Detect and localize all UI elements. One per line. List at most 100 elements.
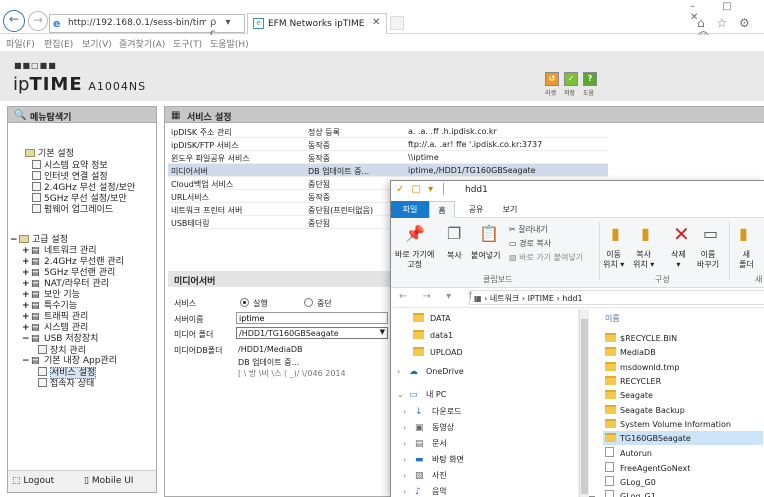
scrollbar-thumb[interactable] xyxy=(581,319,588,494)
chevron-icon[interactable]: › xyxy=(403,439,411,448)
delete-button[interactable]: 삭제 ▾ xyxy=(671,250,686,270)
expand-icon[interactable]: + xyxy=(22,268,31,279)
file-list-item[interactable]: TG160GBSeagate xyxy=(603,431,763,446)
menu-view[interactable]: 보기(V) xyxy=(82,37,112,50)
run-radio[interactable]: 실행 xyxy=(240,298,268,309)
menu-tree-item[interactable]: +▤ 2.4GHz 무선랜 관리 xyxy=(22,257,124,268)
address-bar[interactable]: e http://192.168.0.1/sess-bin/timepro.c … xyxy=(49,14,245,39)
menu-favorites[interactable]: 즐겨찾기(A) xyxy=(119,37,165,50)
chevron-icon[interactable]: › xyxy=(403,471,411,480)
media-folder-select[interactable]: /HDD1/TG160GBSeagate ▼ xyxy=(236,327,388,339)
menu-tree-item[interactable]: 접속자 상태 xyxy=(38,378,94,390)
logout-link[interactable]: ⬚ Logout xyxy=(12,476,54,486)
service-row[interactable]: ipDISK/FTP 서비스 동작중 ftp://.a. .ar! ffe '.ip… xyxy=(168,138,608,151)
file-list-item[interactable]: Seagate Backup xyxy=(605,403,764,417)
menu-tree-item[interactable]: +▤ 시스템 관리 xyxy=(22,323,88,334)
file-list-item[interactable]: $RECYCLE.BIN xyxy=(605,331,764,345)
expand-icon[interactable]: + xyxy=(22,312,31,323)
file-list-item[interactable]: Autorun xyxy=(605,445,764,459)
save-button[interactable]: ✓ xyxy=(564,72,578,86)
expand-icon[interactable]: + xyxy=(22,323,31,334)
copy-button[interactable]: 복사 xyxy=(447,250,462,261)
copy-path-button[interactable]: ▭ 경로 복사 xyxy=(509,238,551,249)
rename-button[interactable]: 이름 바꾸기 xyxy=(697,250,719,270)
pin-button[interactable]: 바로 가기에 고정 xyxy=(395,250,434,270)
expand-icon[interactable]: + xyxy=(22,290,31,301)
tab-file[interactable]: 파일 xyxy=(391,201,429,218)
chevron-icon[interactable]: › xyxy=(403,407,411,416)
menu-help[interactable]: 도움말(H) xyxy=(210,37,249,50)
help-button[interactable]: ? xyxy=(583,72,597,86)
menu-edit[interactable]: 편집(E) xyxy=(44,37,73,50)
chevron-icon[interactable]: › xyxy=(397,367,405,376)
back-button[interactable]: ← xyxy=(3,10,25,32)
expand-icon[interactable]: + xyxy=(22,257,31,268)
file-list-item[interactable]: System Volume Information xyxy=(605,417,764,431)
cut-button[interactable]: ✂ 잘라내기 xyxy=(509,224,548,235)
file-list-item[interactable]: Seagate xyxy=(605,388,764,402)
menu-tools[interactable]: 도구(T) xyxy=(173,37,202,50)
menu-file[interactable]: 파일(F) xyxy=(6,37,35,50)
nav-pane-item[interactable]: › ♪ 음악 xyxy=(403,486,447,497)
new-folder-button[interactable]: 새 폴더 xyxy=(739,250,754,270)
copy-to-button[interactable]: 복사 위치 ▾ xyxy=(633,250,654,270)
move-to-button[interactable]: 이동 위치 ▾ xyxy=(603,250,624,270)
file-list-item[interactable]: FreeAgentGoNext xyxy=(605,460,764,474)
file-list-item[interactable]: GLog_G1 xyxy=(605,488,764,497)
file-list-item[interactable]: MediaDB xyxy=(605,345,764,359)
service-row[interactable]: 미디어서버 DB 업데이트 중... iptime,/HDD1/TG160GBSea… xyxy=(168,164,608,177)
menu-tree-item[interactable]: +▤ 보안 기능 xyxy=(22,290,80,301)
service-row[interactable]: ipDISK 주소 관리 정상 등록 a. .a. .ff .h.ipdisk.co… xyxy=(168,125,608,138)
expand-icon[interactable]: + xyxy=(22,279,31,290)
chevron-icon[interactable]: › xyxy=(403,455,411,464)
file-list-item[interactable]: GLog_G0 xyxy=(605,474,764,488)
file-list-item[interactable]: msdownld.tmp xyxy=(605,360,764,374)
menu-tree-item[interactable]: −▤ 기본 내장 App관리 xyxy=(22,356,117,367)
column-header-name[interactable]: 이름 xyxy=(605,313,620,324)
expand-icon[interactable]: − xyxy=(22,356,31,367)
new-tab-button[interactable] xyxy=(390,16,404,30)
chevron-icon[interactable]: › xyxy=(403,487,411,496)
quick-access-toolbar[interactable]: ✓ ▢ ▾ │ xyxy=(396,184,448,195)
forward-button[interactable]: → xyxy=(28,11,48,31)
nav-pane-item[interactable]: ⌄ ▭ 내 PC xyxy=(397,389,446,400)
server-name-input[interactable] xyxy=(236,312,388,324)
nav-pane-item[interactable]: › ▧ 사진 xyxy=(403,470,447,481)
nav-pane-item[interactable]: › ▤ 문서 xyxy=(403,438,447,449)
explorer-path-bar[interactable]: ▦ › 네트워크 › IPTIME › hdd1 xyxy=(469,290,764,305)
tab-share[interactable]: 공유 xyxy=(461,201,491,218)
tab-home[interactable]: 홈 xyxy=(429,201,455,218)
tab-close-icon[interactable]: ✕ xyxy=(372,17,380,28)
menu-tree-item[interactable]: +▤ 트래픽 관리 xyxy=(22,312,88,323)
url-text[interactable]: http://192.168.0.1/sess-bin/timepro.c xyxy=(68,18,206,31)
paste-button[interactable]: 붙여넣기 xyxy=(471,250,500,261)
browser-tab[interactable]: e EFM Networks ipTIME A10... ✕ xyxy=(247,13,387,34)
menu-tree-item[interactable]: +▤ 5GHz 무선랜 관리 xyxy=(22,268,115,279)
menu-tree-item[interactable]: 펌웨어 업그레이드 xyxy=(32,204,113,216)
menu-tree-item[interactable]: +▤ 네트워크 관리 xyxy=(22,246,97,257)
menu-tree-item[interactable]: − 고급 설정 xyxy=(10,235,68,246)
expand-icon[interactable]: − xyxy=(10,235,19,246)
menu-tree-item[interactable]: 기본 설정 xyxy=(16,149,74,160)
menu-tree-item[interactable]: +▤ NAT/라우터 관리 xyxy=(22,279,109,290)
nav-pane-item[interactable]: › ☁ OneDrive xyxy=(397,367,464,377)
service-row[interactable]: 윈도우 파일공유 서비스 동작중 \\iptime xyxy=(168,151,608,164)
file-list-item[interactable]: RECYCLER xyxy=(605,374,764,388)
menu-tree-item[interactable]: −▤ USB 저장장치 xyxy=(22,334,98,345)
chevron-icon[interactable]: › xyxy=(403,423,411,432)
expand-icon[interactable]: + xyxy=(22,301,31,312)
expand-icon[interactable]: − xyxy=(22,334,31,345)
stop-radio[interactable]: 중단 xyxy=(304,298,332,309)
menu-tree-item[interactable]: +▤ 특수기능 xyxy=(22,301,77,312)
nav-pane-item[interactable]: data1 xyxy=(413,330,453,340)
mobile-ui-link[interactable]: ▯ Mobile UI xyxy=(84,476,133,486)
reset-button[interactable]: ↺ xyxy=(545,72,559,86)
paste-shortcut-button[interactable]: ▨ 바로 가기 붙여넣기 xyxy=(509,252,583,263)
navigation-pane-scrollbar[interactable] xyxy=(579,309,589,497)
nav-pane-item[interactable]: › ↓ 다운로드 xyxy=(403,406,461,417)
tab-view[interactable]: 보기 xyxy=(495,201,525,218)
expand-icon[interactable]: + xyxy=(22,246,31,257)
nav-pane-item[interactable]: › ▬ 바탕 화면 xyxy=(403,454,464,465)
chevron-icon[interactable]: ⌄ xyxy=(397,390,405,399)
nav-pane-item[interactable]: UPLOAD xyxy=(413,347,463,357)
